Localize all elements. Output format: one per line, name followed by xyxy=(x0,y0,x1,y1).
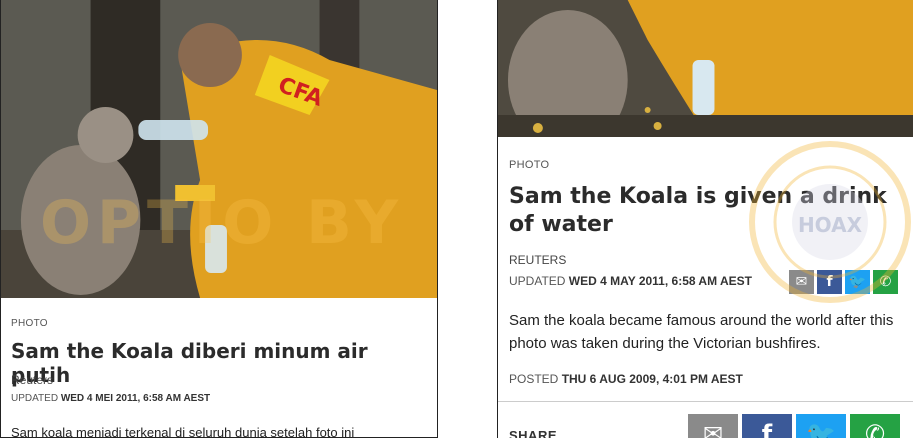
updated-timestamp: UPDATED WED 4 MEI 2011, 6:58 AM AEST xyxy=(11,393,210,404)
posted-timestamp: POSTED THU 6 AUG 2009, 4:01 PM AEST xyxy=(509,372,743,386)
updated-prefix: UPDATED xyxy=(11,393,59,404)
photo-label: PHOTO xyxy=(509,159,550,171)
koala-firefighter-photo xyxy=(498,0,913,137)
updated-prefix: UPDATED xyxy=(509,274,566,288)
source-name: Reuters xyxy=(11,373,54,387)
share-label: SHARE xyxy=(509,428,558,438)
article-body: Sam the koala became famous around the w… xyxy=(509,312,894,352)
article-body: Sam koala menjadi terkenal di seluruh du… xyxy=(11,425,355,438)
updated-timestamp: UPDATED WED 4 MAY 2011, 6:58 AM AEST xyxy=(509,274,752,288)
source-name: REUTERS xyxy=(509,253,567,267)
article-title[interactable]: Sam the Koala diberi minum air putih xyxy=(11,339,431,387)
share-icons-large: ✉ f 🐦 ✆ xyxy=(688,414,900,438)
share-divider xyxy=(498,401,913,402)
twitter-icon[interactable]: 🐦 xyxy=(796,414,846,438)
posted-prefix: POSTED xyxy=(509,372,559,386)
posted-value: THU 6 AUG 2009, 4:01 PM AEST xyxy=(561,372,743,386)
whatsapp-icon[interactable]: ✆ xyxy=(850,414,900,438)
anti-hoax-seal-icon: HOAX xyxy=(749,141,911,303)
photo-label: PHOTO xyxy=(11,318,48,329)
svg-text:HOAX: HOAX xyxy=(798,213,863,237)
updated-value: WED 4 MAY 2011, 6:58 AM AEST xyxy=(568,274,752,288)
updated-value: WED 4 MEI 2011, 6:58 AM AEST xyxy=(60,393,211,404)
facebook-icon[interactable]: f xyxy=(742,414,792,438)
watermark-text: OPTIO BY xyxy=(40,188,405,258)
email-icon[interactable]: ✉ xyxy=(688,414,738,438)
